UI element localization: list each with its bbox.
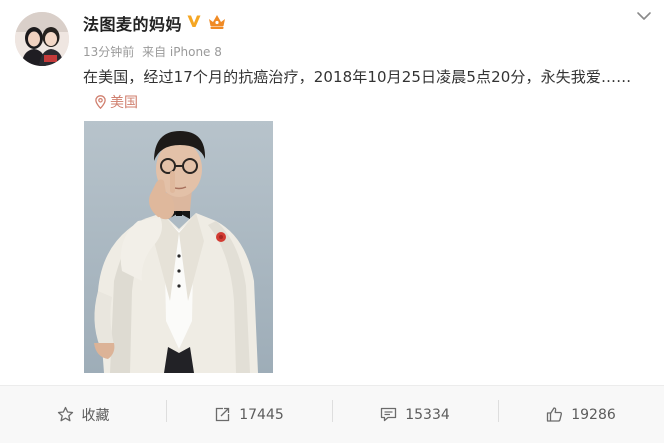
like-button[interactable]: 19286 [498, 386, 664, 443]
post-photo[interactable] [84, 121, 273, 373]
photo-man-in-white-tuxedo [84, 121, 273, 373]
chevron-down-icon[interactable] [636, 10, 652, 22]
avatar-photo [15, 12, 69, 66]
post-time[interactable]: 13分钟前 [83, 45, 134, 59]
location-tag[interactable]: 美国 [95, 92, 138, 112]
action-toolbar: 收藏 17445 15334 19286 [0, 386, 664, 443]
post-meta: 13分钟前 来自 iPhone 8 [83, 43, 222, 60]
repost-count: 17445 [239, 406, 284, 423]
favorite-label: 收藏 [81, 407, 110, 424]
repost-icon [216, 407, 230, 422]
username[interactable]: 法图麦的妈妈 [83, 11, 182, 35]
post-text: 在美国，经过17个月的抗癌治疗，2018年10月25日凌晨5点20分，永失我爱…… [83, 68, 632, 86]
crown-member-icon[interactable] [207, 13, 227, 30]
favorite-button[interactable]: 收藏 [0, 386, 166, 443]
thumbs-up-icon [547, 407, 563, 422]
comment-count: 15334 [405, 406, 450, 423]
avatar[interactable] [15, 12, 69, 66]
repost-button[interactable]: 17445 [166, 386, 332, 443]
location-label: 美国 [110, 95, 138, 111]
post-source[interactable]: 来自 iPhone 8 [142, 45, 222, 59]
star-icon [57, 406, 73, 422]
comment-button[interactable]: 15334 [332, 386, 498, 443]
location-pin-icon [95, 95, 106, 109]
verified-v-icon[interactable] [186, 13, 202, 29]
weibo-post-card: 法图麦的妈妈 13分钟前 来自 iPhone 8 在美国，经过17个月的抗癌治疗… [0, 0, 664, 443]
like-count: 19286 [571, 406, 616, 423]
comment-icon [381, 407, 397, 422]
